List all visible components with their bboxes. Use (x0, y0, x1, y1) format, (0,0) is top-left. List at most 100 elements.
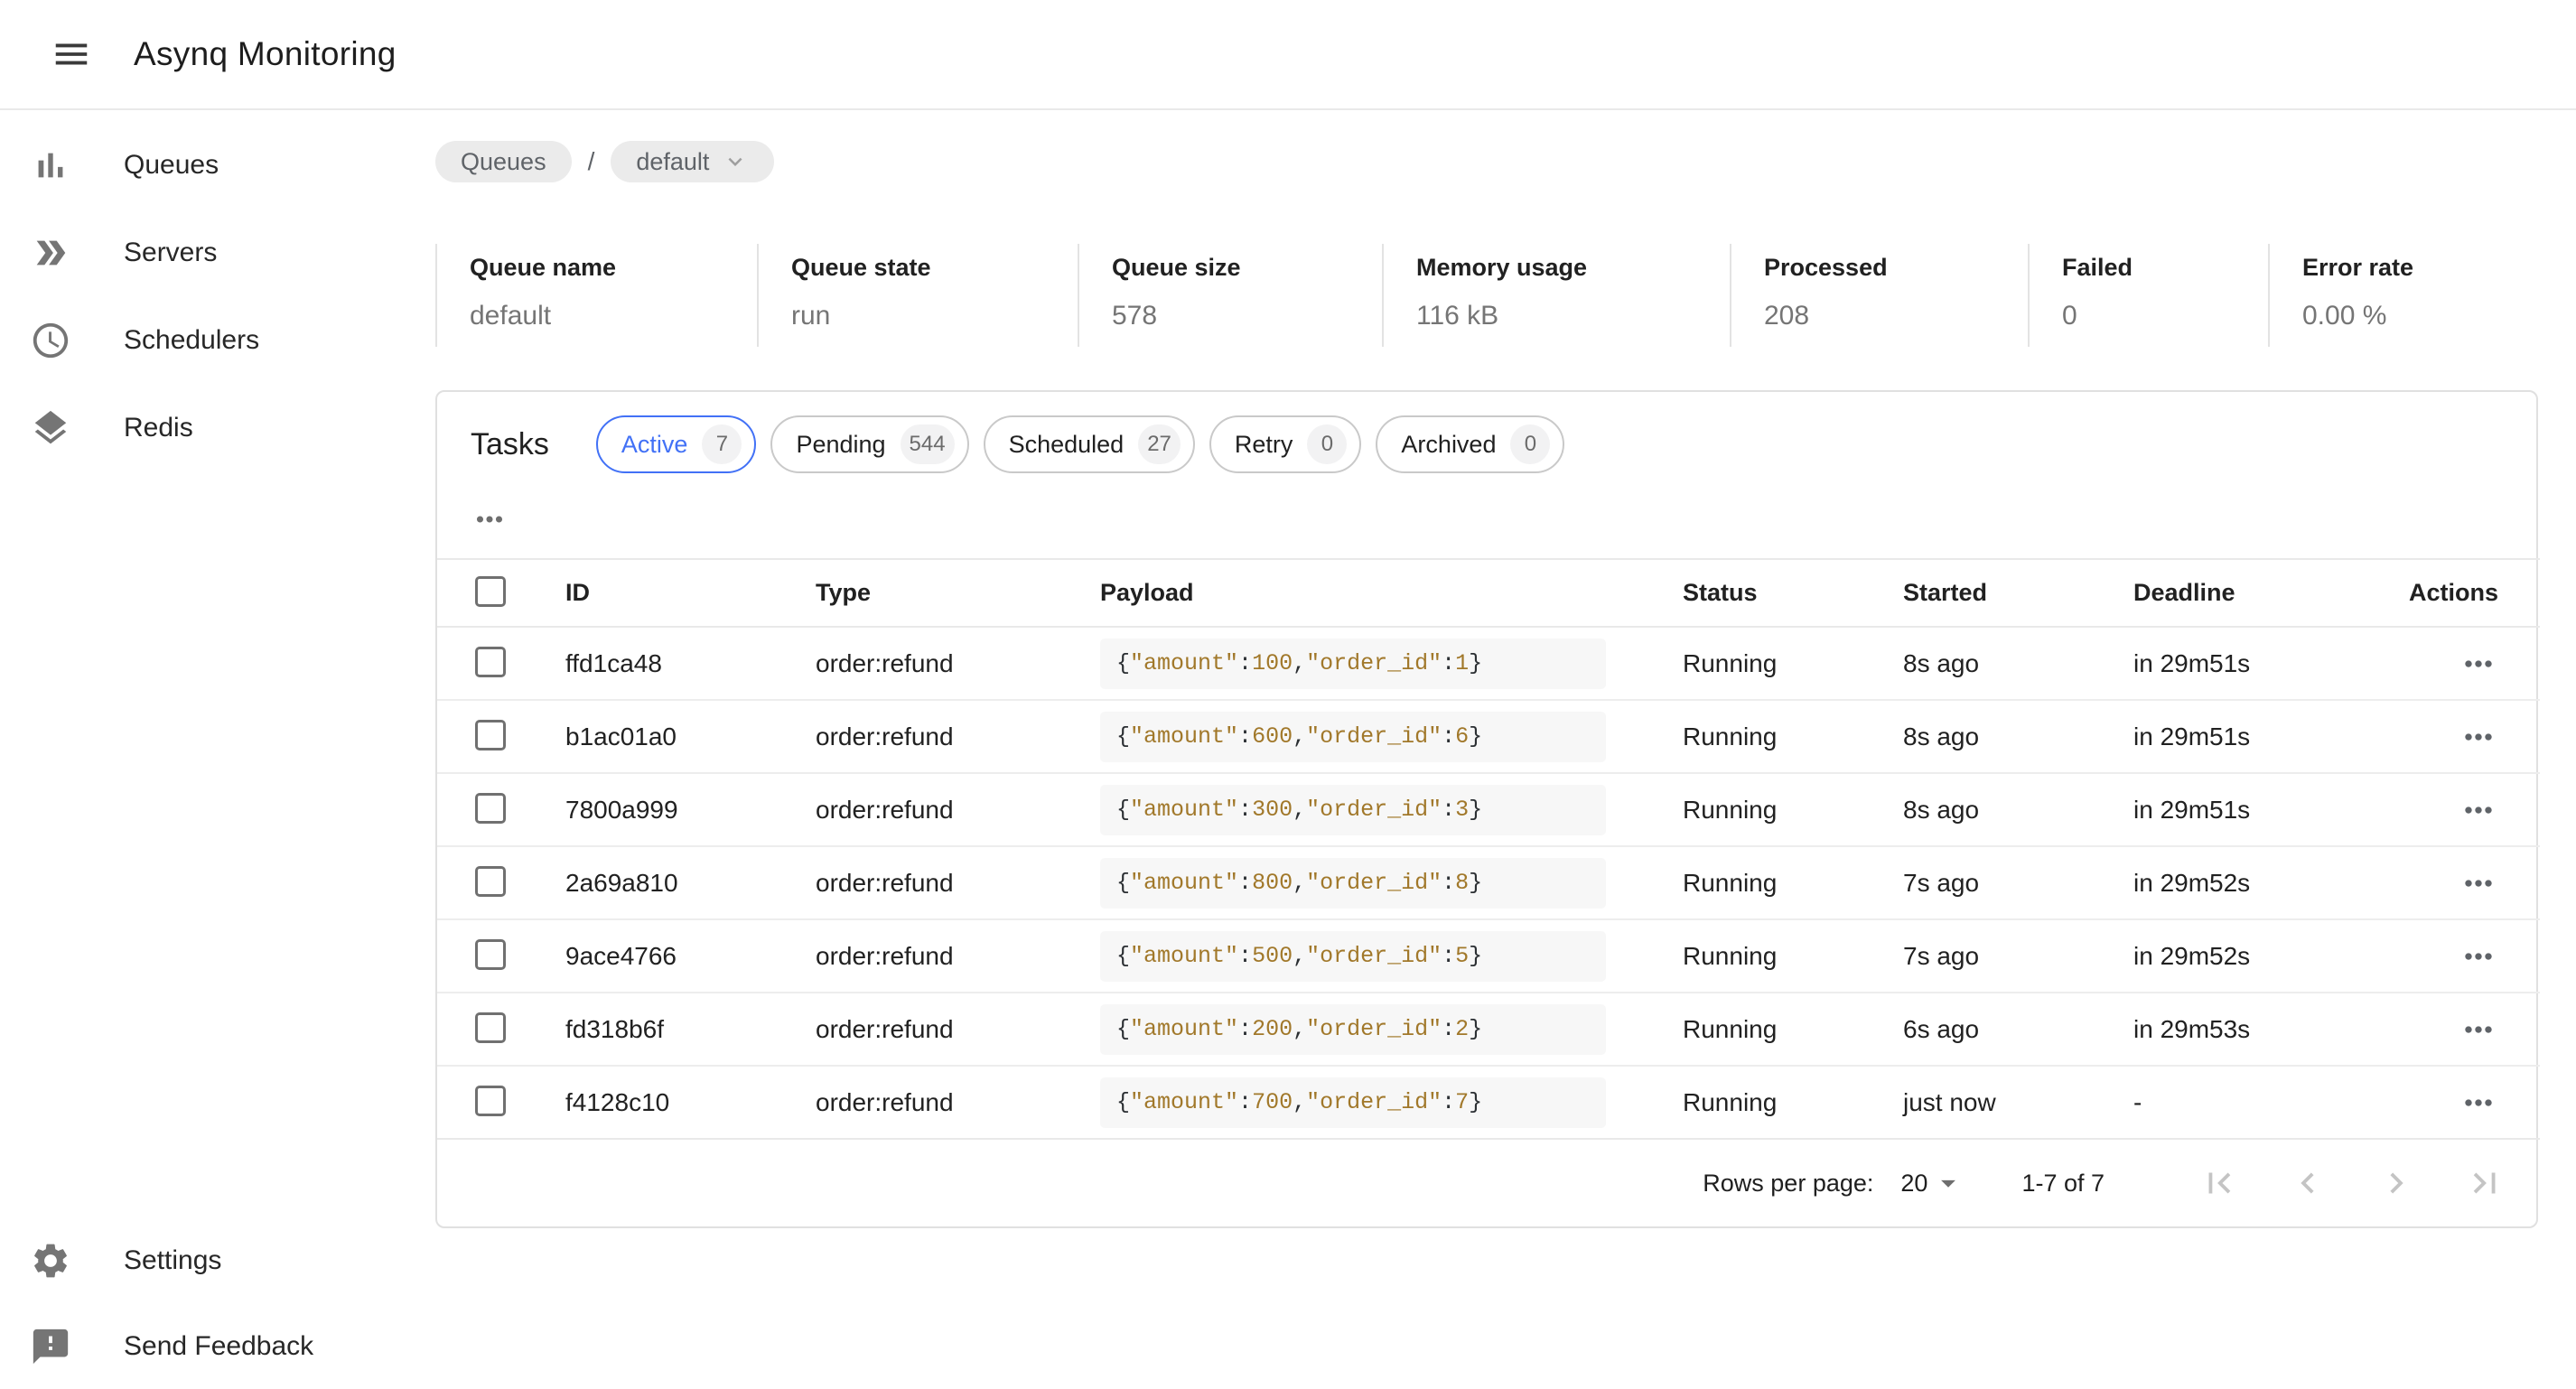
row-actions-button[interactable] (2459, 1083, 2498, 1123)
column-header-status: Status (1645, 559, 1865, 627)
task-payload-cell: {"amount":100,"order_id":1} (1062, 627, 1645, 700)
task-id-cell: f4128c10 (527, 1066, 778, 1139)
row-actions-button[interactable] (2459, 790, 2498, 830)
tab-label: Pending (796, 431, 885, 459)
select-all-checkbox[interactable] (475, 576, 506, 607)
chevron-right-button[interactable] (2375, 1162, 2417, 1204)
tab-count-badge: 27 (1138, 424, 1181, 464)
stat-error-rate: Error rate0.00 % (2268, 244, 2539, 347)
task-started-cell: 8s ago (1865, 773, 2095, 846)
gear-icon (30, 1240, 71, 1282)
stat-label: Queue state (791, 251, 1069, 284)
row-actions-button[interactable] (2459, 937, 2498, 976)
task-started-cell: 8s ago (1865, 627, 2095, 700)
tab-label: Retry (1235, 431, 1293, 459)
breadcrumb-queues-chip[interactable]: Queues (435, 141, 572, 182)
row-checkbox[interactable] (475, 647, 506, 677)
app-title: Asynq Monitoring (134, 35, 397, 73)
sidebar-item-servers[interactable]: Servers (0, 209, 217, 296)
first-page-button[interactable] (2198, 1162, 2240, 1204)
task-row: 2a69a810order:refund{"amount":800,"order… (437, 846, 2540, 919)
tab-active[interactable]: Active7 (596, 415, 757, 473)
stat-label: Failed (2062, 251, 2259, 284)
stat-value: 0.00 % (2302, 298, 2530, 334)
rows-per-page-label: Rows per page: (1703, 1170, 1873, 1198)
stat-value: 116 kB (1416, 298, 1721, 334)
tab-scheduled[interactable]: Scheduled27 (984, 415, 1195, 473)
stat-label: Memory usage (1416, 251, 1721, 284)
sidebar-item-schedulers[interactable]: Schedulers (0, 296, 259, 384)
payload-json: {"amount":300,"order_id":3} (1100, 785, 1606, 835)
task-payload-cell: {"amount":300,"order_id":3} (1062, 773, 1645, 846)
table-more-options-button[interactable] (471, 500, 509, 538)
stat-label: Queue name (470, 251, 748, 284)
tasks-card: Tasks Active7Pending544 Scheduled27Retry0… (435, 390, 2538, 1228)
task-id-cell: 9ace4766 (527, 919, 778, 993)
queue-stats: Queue namedefaultQueue staterunQueue siz… (435, 244, 2539, 347)
sidebar-item-label: Send Feedback (124, 1331, 313, 1362)
more-horiz-icon (471, 500, 509, 538)
breadcrumb-separator: / (588, 147, 595, 176)
task-status-cell: Running (1645, 993, 1865, 1066)
menu-button[interactable] (51, 33, 92, 75)
rows-per-page-select[interactable]: 20 (1900, 1166, 1965, 1200)
task-id-cell: ffd1ca48 (527, 627, 778, 700)
task-type-cell: order:refund (778, 846, 1062, 919)
chevron-down-icon (722, 148, 749, 175)
tab-label: Archived (1401, 431, 1496, 459)
row-checkbox[interactable] (475, 720, 506, 750)
task-payload-cell: {"amount":500,"order_id":5} (1062, 919, 1645, 993)
sidebar-item-label: Settings (124, 1245, 221, 1276)
tab-pending[interactable]: Pending544 (770, 415, 968, 473)
row-checkbox[interactable] (475, 1012, 506, 1043)
chevron-left-button[interactable] (2287, 1162, 2329, 1204)
row-checkbox[interactable] (475, 793, 506, 824)
chevron-left-icon (2287, 1162, 2329, 1204)
stat-label: Queue size (1112, 251, 1373, 284)
double-arrow-icon (30, 232, 71, 274)
row-actions-button[interactable] (2459, 717, 2498, 757)
stat-value: run (791, 298, 1069, 334)
task-status-cell: Running (1645, 919, 1865, 993)
tab-retry[interactable]: Retry0 (1209, 415, 1362, 473)
app-bar: Asynq Monitoring (0, 0, 2576, 110)
bar-chart-icon (30, 144, 71, 186)
row-actions-button[interactable] (2459, 644, 2498, 684)
last-page-icon (2464, 1162, 2506, 1204)
payload-json: {"amount":700,"order_id":7} (1100, 1077, 1606, 1128)
sidebar-item-queues[interactable]: Queues (0, 121, 219, 209)
task-started-cell: 6s ago (1865, 993, 2095, 1066)
row-checkbox[interactable] (475, 939, 506, 970)
row-actions-button[interactable] (2459, 1010, 2498, 1049)
task-id-cell: fd318b6f (527, 993, 778, 1066)
more-horiz-icon (2459, 937, 2498, 976)
tab-archived[interactable]: Archived0 (1376, 415, 1564, 473)
last-page-button[interactable] (2464, 1162, 2506, 1204)
column-header-actions: Actions (2364, 559, 2540, 627)
task-row: ffd1ca48order:refund{"amount":100,"order… (437, 627, 2540, 700)
task-deadline-cell: in 29m51s (2095, 627, 2364, 700)
sidebar-item-label: Queues (124, 150, 219, 181)
more-horiz-icon (2459, 644, 2498, 684)
task-status-cell: Running (1645, 1066, 1865, 1139)
queue-select-chip[interactable]: default (611, 141, 774, 182)
tasks-title: Tasks (471, 427, 549, 462)
task-row: fd318b6forder:refund{"amount":200,"order… (437, 993, 2540, 1066)
breadcrumb: Queues / default (435, 141, 2539, 182)
menu-icon (51, 33, 92, 75)
sidebar-item-send-feedback[interactable]: Send Feedback (0, 1303, 313, 1389)
task-row: 9ace4766order:refund{"amount":500,"order… (437, 919, 2540, 993)
row-actions-button[interactable] (2459, 863, 2498, 903)
table-pagination: Rows per page: 20 1-7 of 7 (437, 1140, 2536, 1226)
task-status-cell: Running (1645, 846, 1865, 919)
task-started-cell: just now (1865, 1066, 2095, 1139)
stat-label: Processed (1764, 251, 2019, 284)
row-checkbox[interactable] (475, 1086, 506, 1116)
sidebar-item-redis[interactable]: Redis (0, 384, 193, 471)
stat-value: 208 (1764, 298, 2019, 334)
sidebar: Queues ServersSchedulersRedis Settings Sen… (0, 110, 435, 1389)
column-header-started: Started (1865, 559, 2095, 627)
row-checkbox[interactable] (475, 866, 506, 897)
sidebar-item-settings[interactable]: Settings (0, 1217, 221, 1303)
task-deadline-cell: in 29m51s (2095, 773, 2364, 846)
